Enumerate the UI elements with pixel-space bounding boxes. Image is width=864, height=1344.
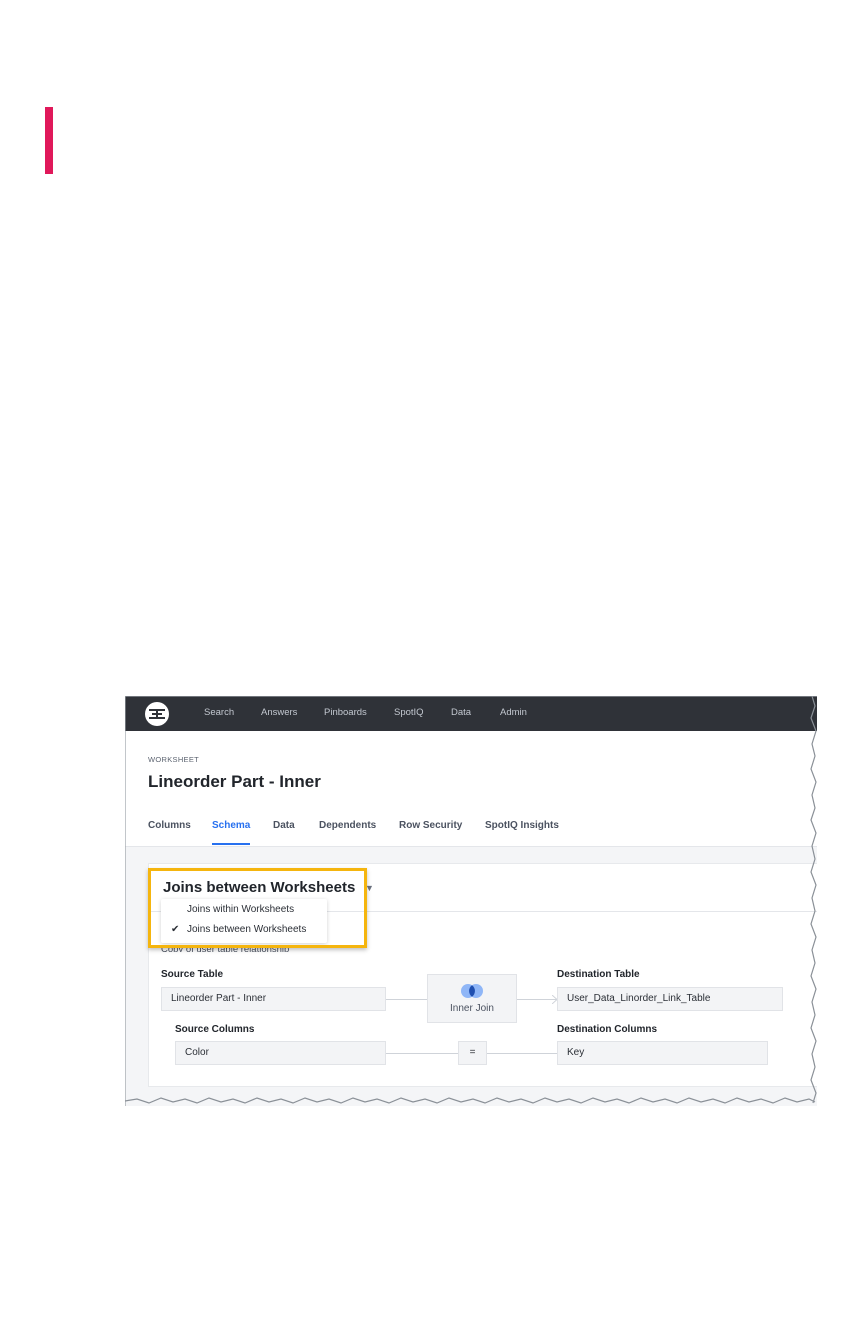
highlight-box — [148, 868, 367, 948]
tab-columns[interactable]: Columns — [148, 820, 191, 831]
active-tab-indicator — [212, 843, 250, 845]
top-navbar: Search Answers Pinboards SpotIQ Data Adm… — [125, 696, 817, 731]
destination-table-label: Destination Table — [557, 969, 640, 980]
connector-line — [487, 1053, 557, 1054]
destination-columns-label: Destination Columns — [557, 1024, 658, 1035]
destination-column-field[interactable]: Key — [557, 1041, 768, 1065]
join-type-selector[interactable]: Inner Join — [427, 974, 517, 1023]
nav-pinboards[interactable]: Pinboards — [324, 707, 367, 718]
page-kicker: WORKSHEET — [148, 755, 200, 764]
tab-spotiq-insights[interactable]: SpotIQ Insights — [485, 820, 559, 831]
operator-box[interactable]: = — [458, 1041, 487, 1065]
accent-bar — [45, 107, 53, 174]
app-screenshot: Search Answers Pinboards SpotIQ Data Adm… — [125, 696, 817, 1106]
page-title: Lineorder Part - Inner — [148, 772, 321, 791]
tab-data[interactable]: Data — [273, 820, 295, 831]
tab-dependents[interactable]: Dependents — [319, 820, 376, 831]
connector-line — [386, 1053, 458, 1054]
connector-line — [386, 999, 427, 1000]
source-column-field[interactable]: Color — [175, 1041, 386, 1065]
join-type-label: Inner Join — [450, 1003, 494, 1014]
tab-schema[interactable]: Schema — [212, 820, 250, 831]
source-table-field[interactable]: Lineorder Part - Inner — [161, 987, 386, 1011]
source-columns-label: Source Columns — [175, 1024, 255, 1035]
destination-table-field[interactable]: User_Data_Linorder_Link_Table — [557, 987, 783, 1011]
nav-spotiq[interactable]: SpotIQ — [394, 707, 424, 718]
nav-data[interactable]: Data — [451, 707, 471, 718]
nav-search[interactable]: Search — [204, 707, 234, 718]
ts-logo-icon[interactable] — [145, 702, 169, 726]
tab-row-security[interactable]: Row Security — [399, 820, 462, 831]
nav-admin[interactable]: Admin — [500, 707, 527, 718]
inner-join-venn-icon — [461, 984, 483, 998]
source-table-label: Source Table — [161, 969, 224, 980]
nav-answers[interactable]: Answers — [261, 707, 297, 718]
connector-line — [517, 999, 557, 1000]
